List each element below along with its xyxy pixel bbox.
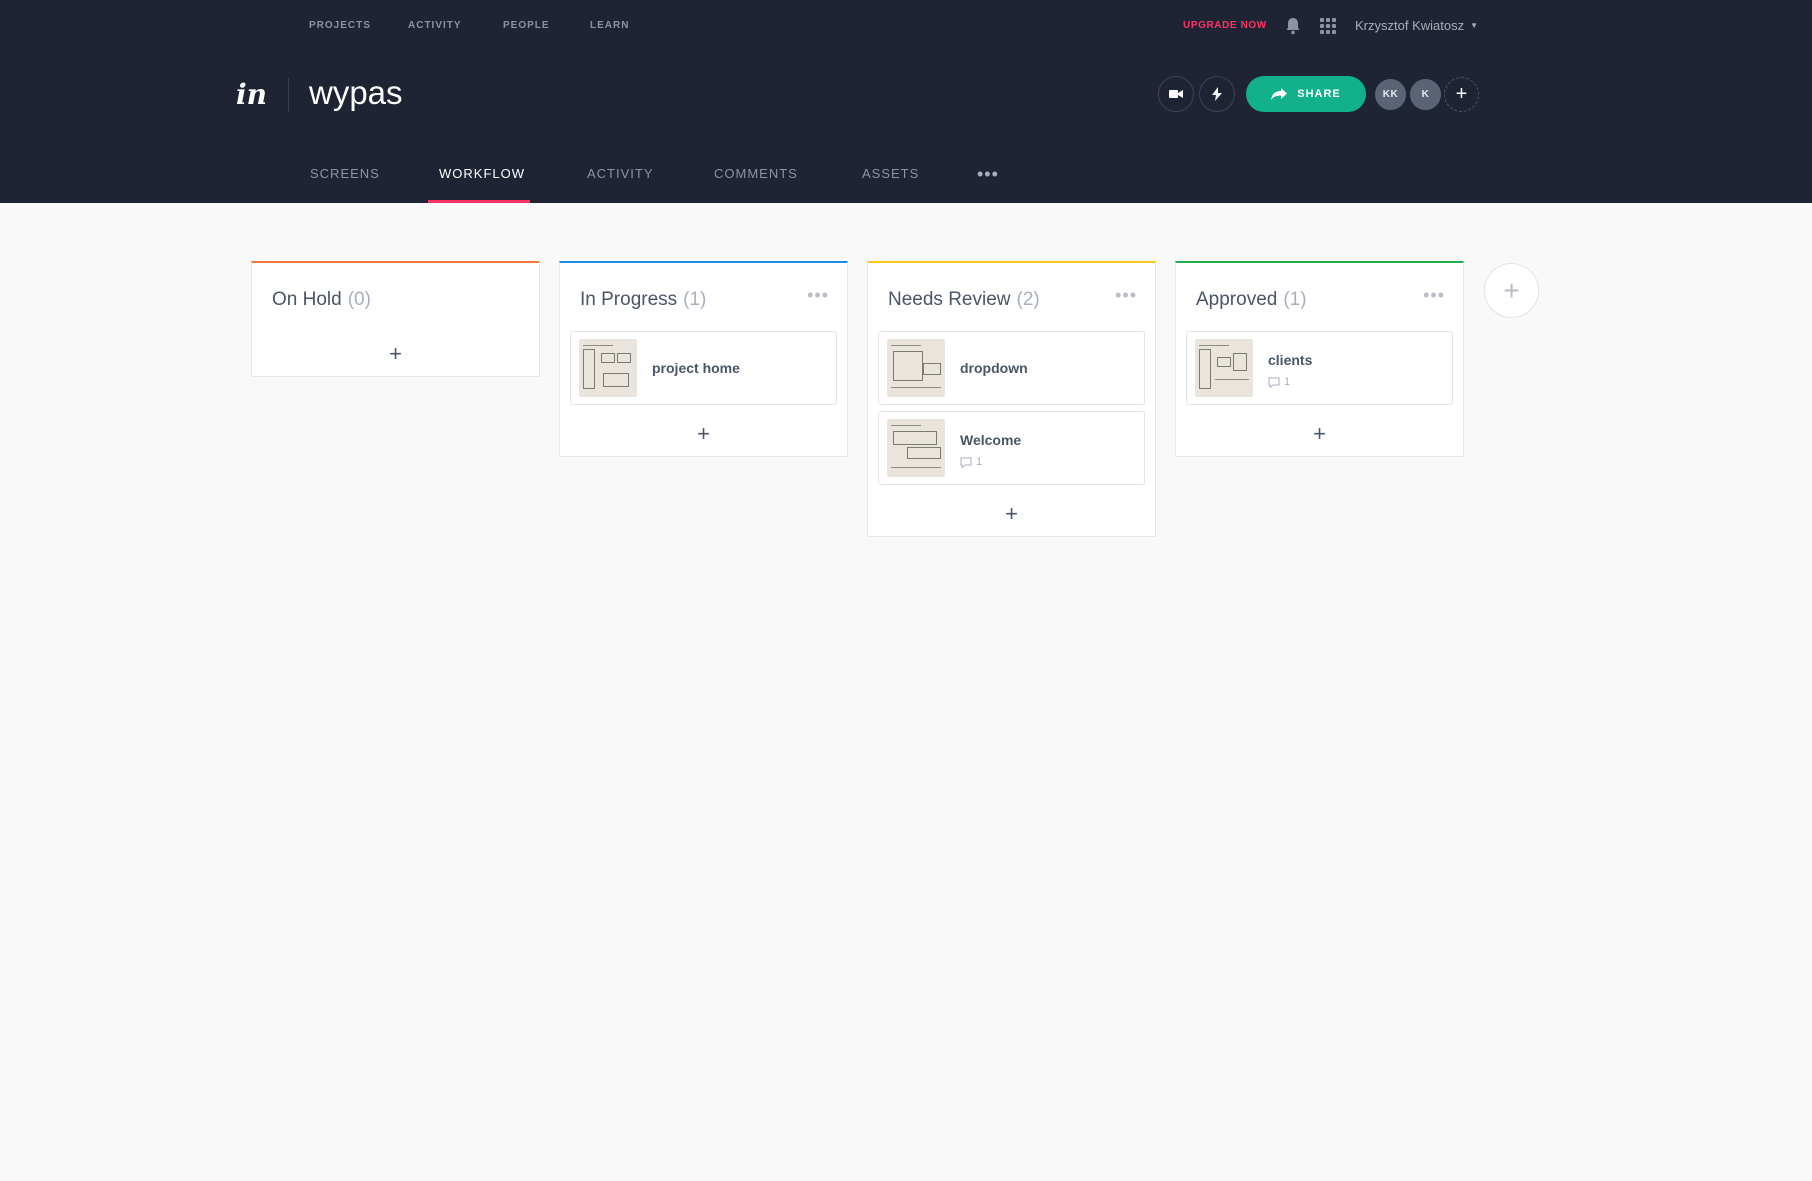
column-count: (0): [347, 289, 371, 310]
screen-thumbnail: [887, 339, 945, 397]
screen-thumbnail: [1195, 339, 1253, 397]
tab-activity[interactable]: ACTIVITY: [587, 166, 654, 181]
topnav-activity[interactable]: ACTIVITY: [408, 20, 462, 31]
tab-comments[interactable]: COMMENTS: [714, 166, 798, 181]
tab-assets[interactable]: ASSETS: [862, 166, 919, 181]
upgrade-now-link[interactable]: UPGRADE NOW: [1183, 20, 1267, 31]
comment-icon: [1268, 377, 1280, 388]
card-name: clients: [1268, 352, 1313, 368]
comment-icon: [960, 457, 972, 468]
user-menu[interactable]: Krzysztof Kwiatosz ▼: [1355, 18, 1478, 33]
column-header: Needs Review (2) •••: [868, 263, 1155, 331]
lightning-icon: [1212, 87, 1222, 101]
topnav-learn[interactable]: LEARN: [590, 20, 629, 31]
tab-workflow[interactable]: WORKFLOW: [439, 166, 525, 181]
card-name: project home: [652, 360, 740, 376]
bell-icon[interactable]: [1285, 17, 1301, 35]
column-menu-button[interactable]: •••: [807, 285, 829, 306]
column-menu-button[interactable]: •••: [1115, 285, 1137, 306]
share-arrow-icon: [1271, 88, 1288, 100]
more-tabs-button[interactable]: •••: [977, 164, 999, 185]
column-menu-button[interactable]: •••: [1423, 285, 1445, 306]
apps-grid-icon[interactable]: [1320, 18, 1336, 34]
column-count: (1): [683, 289, 707, 310]
screen-thumbnail: [887, 419, 945, 477]
logo-divider: [288, 78, 289, 112]
column-header: In Progress (1) •••: [560, 263, 847, 331]
video-button[interactable]: [1158, 76, 1194, 112]
card-name: dropdown: [960, 360, 1028, 376]
column-count: (2): [1016, 289, 1040, 310]
column-title: Needs Review (2): [888, 289, 1040, 311]
comment-count-value: 1: [1284, 376, 1291, 388]
column-in-progress: In Progress (1) ••• project home +: [559, 261, 848, 457]
column-title-text: In Progress: [580, 289, 678, 310]
column-header: Approved (1) •••: [1176, 263, 1463, 331]
column-title-text: Approved: [1196, 289, 1278, 310]
screen-card[interactable]: dropdown: [878, 331, 1145, 405]
screen-thumbnail: [579, 339, 637, 397]
project-title: wypas: [309, 74, 403, 111]
avatar[interactable]: K: [1408, 77, 1443, 112]
tab-screens[interactable]: SCREENS: [310, 166, 380, 181]
add-card-button[interactable]: +: [868, 491, 1155, 536]
user-name: Krzysztof Kwiatosz: [1355, 18, 1465, 33]
column-on-hold: On Hold (0) +: [251, 261, 540, 377]
share-button[interactable]: SHARE: [1246, 76, 1366, 112]
column-title: Approved (1): [1196, 289, 1307, 311]
column-approved: Approved (1) ••• clients 1 +: [1175, 261, 1464, 457]
active-tab-indicator: [428, 200, 530, 203]
video-camera-icon: [1169, 90, 1183, 98]
invision-logo[interactable]: in: [236, 78, 267, 111]
screen-card[interactable]: Welcome 1: [878, 411, 1145, 485]
column-title-text: On Hold: [272, 289, 342, 310]
column-needs-review: Needs Review(2) ••• dropdown Welcome 1: [867, 261, 1156, 537]
chevron-down-icon: ▼: [1470, 21, 1479, 30]
column-count: (1): [1283, 289, 1307, 310]
avatar[interactable]: KK: [1373, 77, 1408, 112]
comment-count-value: 1: [976, 456, 983, 468]
add-card-button[interactable]: +: [252, 331, 539, 376]
column-title: On Hold (0): [272, 289, 371, 311]
topnav-people[interactable]: PEOPLE: [503, 20, 550, 31]
column-title-text: Needs Review: [888, 289, 1011, 310]
comment-count: 1: [960, 456, 982, 468]
add-card-button[interactable]: +: [560, 411, 847, 456]
share-label: SHARE: [1297, 88, 1341, 100]
screen-card[interactable]: clients 1: [1186, 331, 1453, 405]
topnav-projects[interactable]: PROJECTS: [309, 20, 371, 31]
column-title: In Progress (1): [580, 289, 706, 311]
add-column-button[interactable]: +: [1484, 263, 1539, 318]
column-header: On Hold (0): [252, 263, 539, 331]
add-person-button[interactable]: +: [1444, 77, 1479, 112]
add-card-button[interactable]: +: [1176, 411, 1463, 456]
app-header: PROJECTS ACTIVITY PEOPLE LEARN UPGRADE N…: [0, 0, 1812, 203]
screen-card[interactable]: project home: [570, 331, 837, 405]
comment-count: 1: [1268, 376, 1290, 388]
lightning-button[interactable]: [1199, 76, 1235, 112]
card-name: Welcome: [960, 432, 1022, 448]
